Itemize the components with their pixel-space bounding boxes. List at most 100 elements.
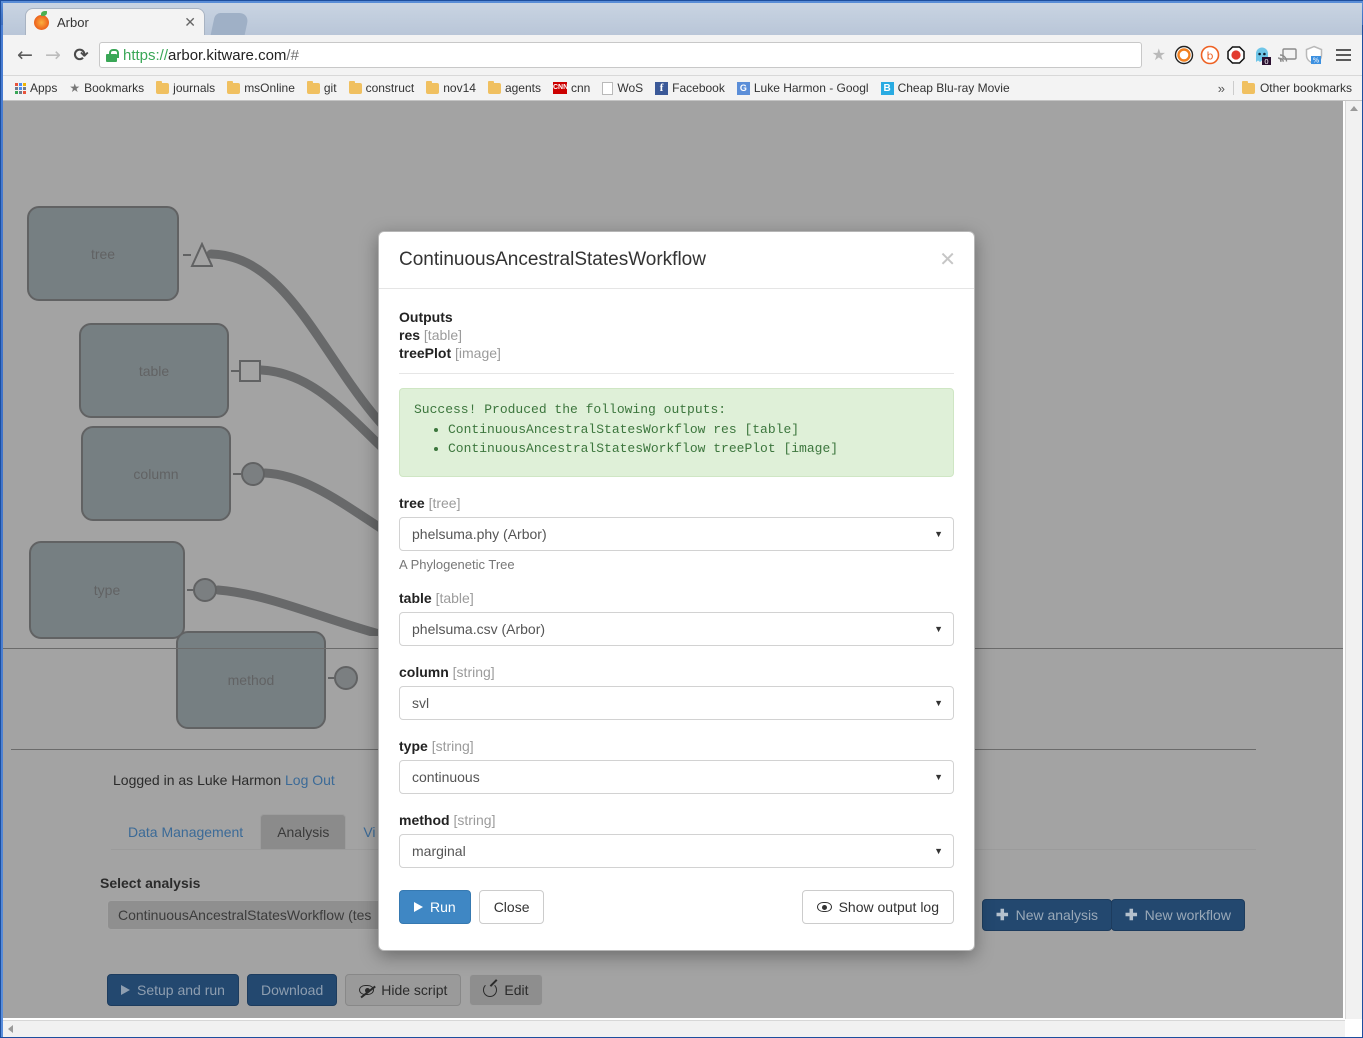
workflow-modal: ContinuousAncestralStatesWorkflow ✕ Outp…	[378, 231, 975, 951]
hide-script-button[interactable]: Hide script	[345, 974, 462, 1006]
new-workflow-button[interactable]: ✚ New workflow	[1111, 899, 1245, 931]
field-type: [tree]	[428, 494, 461, 511]
type-select[interactable]: continuous ▼	[399, 759, 954, 794]
bookmark-label: Other bookmarks	[1259, 81, 1352, 95]
tree-select[interactable]: phelsuma.phy (Arbor) ▼	[399, 516, 954, 551]
bookmark-journals[interactable]: journals	[150, 80, 221, 95]
bookmark-label: Facebook	[672, 81, 725, 95]
select-analysis-label: Select analysis	[100, 875, 201, 891]
setup-and-run-label: Setup and run	[137, 982, 225, 998]
browser-tab-arbor[interactable]: Arbor ✕	[25, 8, 205, 35]
run-button[interactable]: Run	[399, 889, 471, 924]
bookmark-git[interactable]: git	[301, 80, 343, 95]
bookmark-agents[interactable]: agents	[482, 80, 547, 95]
download-button[interactable]: Download	[246, 974, 338, 1006]
bookmark-other-bookmarks[interactable]: Other bookmarks	[1232, 80, 1356, 95]
bookmark-apps[interactable]: Apps	[9, 81, 63, 95]
field-type: [table]	[435, 589, 474, 606]
bookmark-bookmarks[interactable]: ★ Bookmarks	[63, 81, 150, 95]
bookmark-construct[interactable]: construct	[343, 80, 421, 95]
bookmark-wos[interactable]: WoS	[596, 81, 649, 95]
browser-toolbar: ← → ⟳ https://arbor.kitware.com/# ★ b 0 …	[3, 35, 1362, 76]
edit-button[interactable]: Edit	[469, 974, 543, 1006]
close-icon[interactable]: ✕	[184, 15, 196, 29]
bookmark-label: Bookmarks	[84, 81, 145, 95]
bookmarks-overflow-icon[interactable]: »	[1210, 81, 1233, 96]
modal-actions: Run Close Show output log	[399, 889, 954, 924]
output-row-treeplot: treePlot [image]	[399, 345, 954, 361]
output-name: treePlot	[399, 345, 452, 361]
bookmark-label: msOnline	[244, 81, 295, 95]
tab-data-management[interactable]: Data Management	[111, 814, 260, 850]
bookmark-msonline[interactable]: msOnline	[221, 80, 301, 95]
skype-icon[interactable]	[1174, 45, 1194, 65]
adblock-icon[interactable]	[1226, 45, 1246, 65]
new-tab-button[interactable]	[210, 13, 250, 35]
chevron-down-icon: ▼	[934, 845, 943, 856]
bitly-icon[interactable]: b	[1200, 45, 1220, 65]
back-icon[interactable]: ←	[11, 41, 39, 69]
modal-body: Outputs res [table] treePlot [image] Suc…	[379, 289, 974, 944]
setup-and-run-button[interactable]: Setup and run	[107, 974, 239, 1006]
chevron-down-icon: ▼	[934, 623, 943, 634]
browser-tabstrip: Arbor ✕	[3, 3, 1362, 35]
scroll-left-icon[interactable]	[8, 1025, 13, 1033]
table-select[interactable]: phelsuma.csv (Arbor) ▼	[399, 611, 954, 646]
bookmark-label: WoS	[617, 81, 644, 95]
cast-icon[interactable]	[1278, 45, 1298, 65]
eye-icon	[816, 901, 832, 912]
shield-icon[interactable]: %	[1304, 45, 1324, 65]
logout-link[interactable]: Log Out	[285, 772, 335, 788]
arbor-logo-icon	[34, 10, 49, 30]
divider	[399, 373, 954, 374]
bookmark-star-icon[interactable]: ★	[1152, 45, 1166, 65]
bookmark-cnn[interactable]: CNN cnn	[547, 81, 596, 95]
edit-label: Edit	[504, 982, 529, 998]
bookmark-nov14[interactable]: nov14	[420, 80, 482, 95]
alert-list-item: ContinuousAncestralStatesWorkflow res [t…	[448, 421, 939, 439]
ghostery-count: 0	[1264, 58, 1268, 65]
folder-icon	[156, 80, 170, 94]
show-output-log-button[interactable]: Show output log	[801, 889, 954, 924]
document-icon	[602, 81, 614, 95]
type-select-value: continuous	[412, 768, 480, 785]
bookmark-facebook[interactable]: f Facebook	[649, 81, 731, 95]
field-tree: tree [tree] phelsuma.phy (Arbor) ▼ A Phy…	[399, 495, 954, 572]
alert-headline: Success! Produced the following outputs:	[414, 402, 727, 417]
bookmark-luke-harmon-google[interactable]: G Luke Harmon - Googl	[731, 81, 875, 95]
close-icon[interactable]: ✕	[939, 249, 956, 269]
reload-icon[interactable]: ⟳	[67, 41, 95, 69]
pencil-icon	[483, 983, 498, 997]
address-bar[interactable]: https://arbor.kitware.com/#	[99, 42, 1142, 68]
forward-icon[interactable]: →	[39, 41, 67, 69]
close-button[interactable]: Close	[478, 889, 545, 924]
new-analysis-button[interactable]: ✚ New analysis	[982, 899, 1113, 931]
field-type: [string]	[453, 811, 496, 828]
horizontal-scrollbar[interactable]	[3, 1020, 1345, 1037]
address-bar-url: https://arbor.kitware.com/#	[123, 47, 299, 64]
bookmark-cheap-bluray-movie[interactable]: B Cheap Blu-ray Movie	[875, 81, 1016, 95]
vertical-scrollbar[interactable]	[1345, 101, 1362, 1019]
google-icon: G	[736, 81, 750, 95]
tab-analysis[interactable]: Analysis	[260, 814, 347, 850]
folder-icon	[348, 80, 362, 94]
browser-tab-title: Arbor	[57, 14, 89, 30]
blu-icon: B	[880, 81, 894, 95]
field-type: [string]	[431, 737, 474, 754]
new-analysis-label: New analysis	[1015, 907, 1099, 923]
hamburger-icon[interactable]	[1332, 44, 1354, 66]
field-name: method	[399, 811, 450, 828]
field-label: column [string]	[399, 664, 954, 680]
method-select[interactable]: marginal ▼	[399, 833, 954, 868]
svg-text:%: %	[1313, 57, 1320, 65]
bookmark-label: construct	[365, 81, 415, 95]
folder-icon	[306, 80, 320, 94]
scroll-up-icon[interactable]	[1350, 106, 1358, 111]
alert-list: ContinuousAncestralStatesWorkflow res [t…	[414, 421, 939, 458]
column-select[interactable]: svl ▼	[399, 685, 954, 720]
ghostery-icon[interactable]: 0	[1252, 45, 1272, 65]
bookmark-label: Apps	[30, 81, 58, 95]
download-label: Download	[260, 982, 324, 998]
apps-grid-icon	[15, 82, 26, 94]
output-name: res	[399, 327, 421, 343]
